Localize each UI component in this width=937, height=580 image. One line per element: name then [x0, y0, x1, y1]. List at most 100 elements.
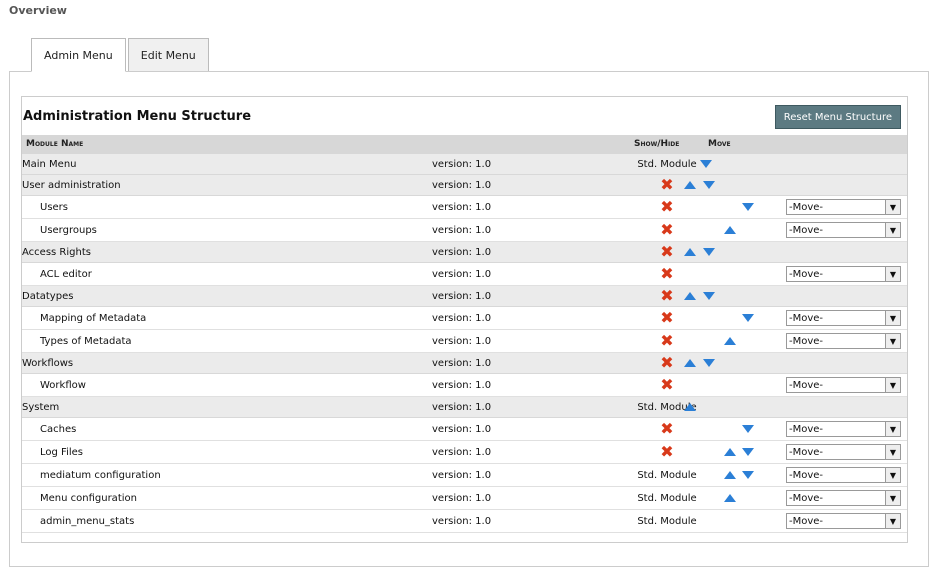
move-select[interactable]: -Move- ▼: [786, 333, 901, 349]
chevron-down-icon[interactable]: ▼: [885, 491, 900, 505]
move-down-icon[interactable]: [742, 441, 754, 463]
std-module-label: Std. Module: [637, 158, 697, 170]
module-version: version: 1.0: [432, 379, 492, 391]
table-row: Main Menu version: 1.0 Std. Module: [22, 154, 907, 175]
module-name: Mapping of Metadata: [40, 312, 147, 324]
move-down-icon[interactable]: [703, 286, 715, 306]
move-up-icon[interactable]: [684, 242, 696, 262]
move-down-icon[interactable]: [703, 242, 715, 262]
move-select[interactable]: -Move- ▼: [786, 266, 901, 282]
move-select[interactable]: -Move- ▼: [786, 467, 901, 483]
module-name: Workflows: [22, 357, 74, 369]
move-up-icon[interactable]: [724, 330, 736, 352]
hide-icon[interactable]: ✖: [660, 266, 673, 282]
move-up-icon[interactable]: [684, 397, 696, 417]
module-name: Caches: [40, 423, 77, 435]
table-row: Caches version: 1.0 ✖ -Move- ▼: [22, 418, 907, 441]
hide-icon[interactable]: ✖: [660, 377, 673, 393]
table-row: admin_menu_stats version: 1.0 Std. Module -…: [22, 510, 907, 533]
module-name: admin_menu_stats: [40, 515, 135, 527]
move-select[interactable]: -Move- ▼: [786, 444, 901, 460]
show-hide-cell[interactable]: ✖: [630, 219, 704, 241]
module-version: version: 1.0: [432, 492, 492, 504]
module-name: Usergroups: [40, 224, 97, 236]
module-name: Datatypes: [22, 290, 74, 302]
hide-icon[interactable]: ✖: [660, 310, 673, 326]
tab-admin-menu[interactable]: Admin Menu: [31, 38, 126, 72]
hide-icon[interactable]: ✖: [660, 199, 673, 215]
move-down-icon[interactable]: [742, 418, 754, 440]
move-up-icon[interactable]: [724, 441, 736, 463]
table-row: Workflows version: 1.0 ✖: [22, 353, 907, 374]
show-hide-cell: Std. Module: [630, 487, 704, 509]
move-up-icon[interactable]: [684, 353, 696, 373]
move-up-icon[interactable]: [724, 464, 736, 486]
move-up-icon[interactable]: [724, 487, 736, 509]
hide-icon[interactable]: ✖: [660, 444, 673, 460]
move-select[interactable]: -Move- ▼: [786, 222, 901, 238]
chevron-down-icon[interactable]: ▼: [885, 514, 900, 528]
move-select[interactable]: -Move- ▼: [786, 513, 901, 529]
chevron-down-icon[interactable]: ▼: [885, 422, 900, 436]
section-title: Administration Menu Structure: [23, 109, 252, 124]
move-up-icon[interactable]: [684, 286, 696, 306]
chevron-down-icon[interactable]: ▼: [885, 378, 900, 392]
chevron-down-icon[interactable]: ▼: [885, 468, 900, 482]
show-hide-cell[interactable]: ✖: [630, 263, 704, 285]
hide-icon[interactable]: ✖: [660, 288, 673, 304]
show-hide-cell[interactable]: ✖: [630, 307, 704, 329]
move-down-icon[interactable]: [742, 464, 754, 486]
move-up-icon[interactable]: [724, 219, 736, 241]
show-hide-cell[interactable]: ✖: [630, 441, 704, 463]
module-name: mediatum configuration: [40, 469, 161, 481]
chevron-down-icon[interactable]: ▼: [885, 334, 900, 348]
module-name: System: [22, 401, 60, 413]
table-row: Log Files version: 1.0 ✖ -Move- ▼: [22, 441, 907, 464]
show-hide-cell: Std. Module: [630, 510, 704, 532]
tab-edit-menu[interactable]: Edit Menu: [127, 38, 209, 72]
module-version: version: 1.0: [432, 401, 492, 413]
module-version: version: 1.0: [432, 515, 492, 527]
move-select[interactable]: -Move- ▼: [786, 490, 901, 506]
chevron-down-icon[interactable]: ▼: [885, 445, 900, 459]
col-module-name: Module Name: [26, 139, 84, 149]
chevron-down-icon[interactable]: ▼: [885, 200, 900, 214]
reset-menu-button[interactable]: Reset Menu Structure: [774, 105, 901, 129]
module-version: version: 1.0: [432, 423, 492, 435]
module-version: version: 1.0: [432, 158, 492, 170]
module-name: Workflow: [40, 379, 86, 391]
move-up-icon[interactable]: [684, 175, 696, 195]
move-select[interactable]: -Move- ▼: [786, 377, 901, 393]
show-hide-cell[interactable]: ✖: [630, 196, 704, 218]
hide-icon[interactable]: ✖: [660, 244, 673, 260]
hide-icon[interactable]: ✖: [660, 333, 673, 349]
chevron-down-icon[interactable]: ▼: [885, 267, 900, 281]
table-row: Users version: 1.0 ✖ -Move- ▼: [22, 196, 907, 219]
page-title: Overview: [9, 4, 67, 17]
chevron-down-icon[interactable]: ▼: [885, 311, 900, 325]
move-select[interactable]: -Move- ▼: [786, 421, 901, 437]
move-down-icon[interactable]: [703, 175, 715, 195]
module-version: version: 1.0: [432, 469, 492, 481]
move-select[interactable]: -Move- ▼: [786, 310, 901, 326]
show-hide-cell[interactable]: ✖: [630, 418, 704, 440]
move-down-icon[interactable]: [703, 353, 715, 373]
show-hide-cell: Std. Module: [630, 154, 704, 174]
hide-icon[interactable]: ✖: [660, 355, 673, 371]
chevron-down-icon[interactable]: ▼: [885, 223, 900, 237]
move-down-icon[interactable]: [742, 307, 754, 329]
show-hide-cell[interactable]: ✖: [630, 374, 704, 396]
table-row: System version: 1.0 Std. Module: [22, 397, 907, 418]
show-hide-cell[interactable]: ✖: [630, 330, 704, 352]
hide-icon[interactable]: ✖: [660, 222, 673, 238]
col-show-hide: Show/Hide: [634, 139, 680, 149]
module-name: Log Files: [40, 446, 83, 458]
module-name: Main Menu: [22, 158, 77, 170]
module-version: version: 1.0: [432, 268, 492, 280]
move-select[interactable]: -Move- ▼: [786, 199, 901, 215]
move-down-icon[interactable]: [742, 196, 754, 218]
move-down-icon[interactable]: [700, 154, 712, 174]
hide-icon[interactable]: ✖: [660, 421, 673, 437]
module-version: version: 1.0: [432, 446, 492, 458]
hide-icon[interactable]: ✖: [660, 177, 673, 193]
